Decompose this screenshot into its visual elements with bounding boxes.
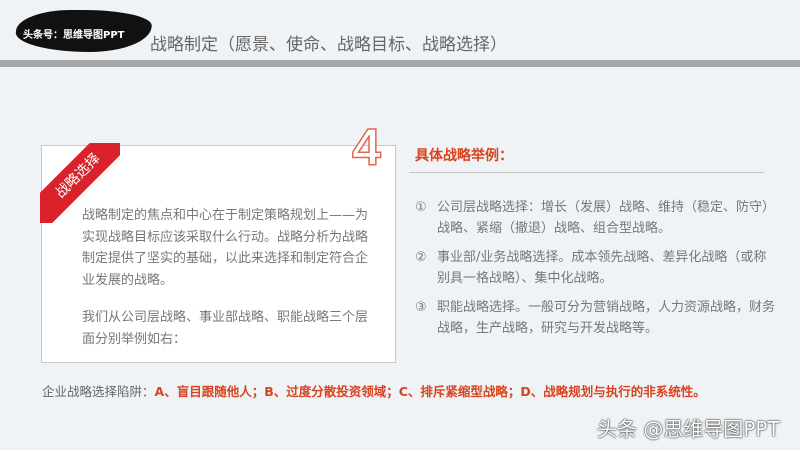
- examples-divider: [409, 172, 764, 173]
- watermark: 头条 @思维导图PPT: [597, 417, 780, 441]
- item-number: ①: [415, 200, 427, 215]
- list-item: ③ 职能战略选择。一般可分为营销战略，人力资源战略，财务战略，生产战略，研究与开发…: [415, 297, 775, 339]
- section-number: 4: [351, 118, 381, 178]
- item-text: 职能战略选择。一般可分为营销战略，人力资源战略，财务战略，生产战略，研究与开发战…: [437, 300, 776, 336]
- page-title: 战略制定（愿景、使命、战略目标、战略选择）: [150, 35, 507, 55]
- card-paragraph: 我们从公司层战略、事业部战略、职能战略三个层面分别举例如右：: [82, 310, 369, 347]
- item-number: ②: [415, 250, 427, 265]
- traps-list: A、盲目跟随他人；B、过度分散投资领域；C、排斥紧缩型战略；D、战略规划与执行的…: [154, 384, 706, 399]
- card-paragraph: 战略制定的焦点和中心在于制定策略规划上——为实现战略目标应该采取什么行动。战略分…: [82, 208, 369, 288]
- item-number: ③: [415, 300, 427, 315]
- header-divider: [0, 60, 800, 67]
- logo-text: 头条号：思维导图PPT: [23, 30, 125, 41]
- traps-label: 企业战略选择陷阱：: [42, 384, 155, 399]
- traps-line: 企业战略选择陷阱：A、盲目跟随他人；B、过度分散投资领域；C、排斥紧缩型战略；D…: [42, 381, 706, 400]
- list-item: ② 事业部/业务战略选择。成本领先战略、差异化战略（或称别具一格战略）、集中化战略…: [415, 247, 775, 289]
- examples-heading: 具体战略举例：: [415, 148, 513, 164]
- list-item: ① 公司层战略选择：增长（发展）战略、维持（稳定、防守）战略、紧缩（撤退）战略、组…: [415, 197, 775, 239]
- item-text: 公司层战略选择：增长（发展）战略、维持（稳定、防守）战略、紧缩（撤退）战略、组合…: [437, 200, 776, 236]
- item-text: 事业部/业务战略选择。成本领先战略、差异化战略（或称别具一格战略）、集中化战略。: [437, 250, 767, 286]
